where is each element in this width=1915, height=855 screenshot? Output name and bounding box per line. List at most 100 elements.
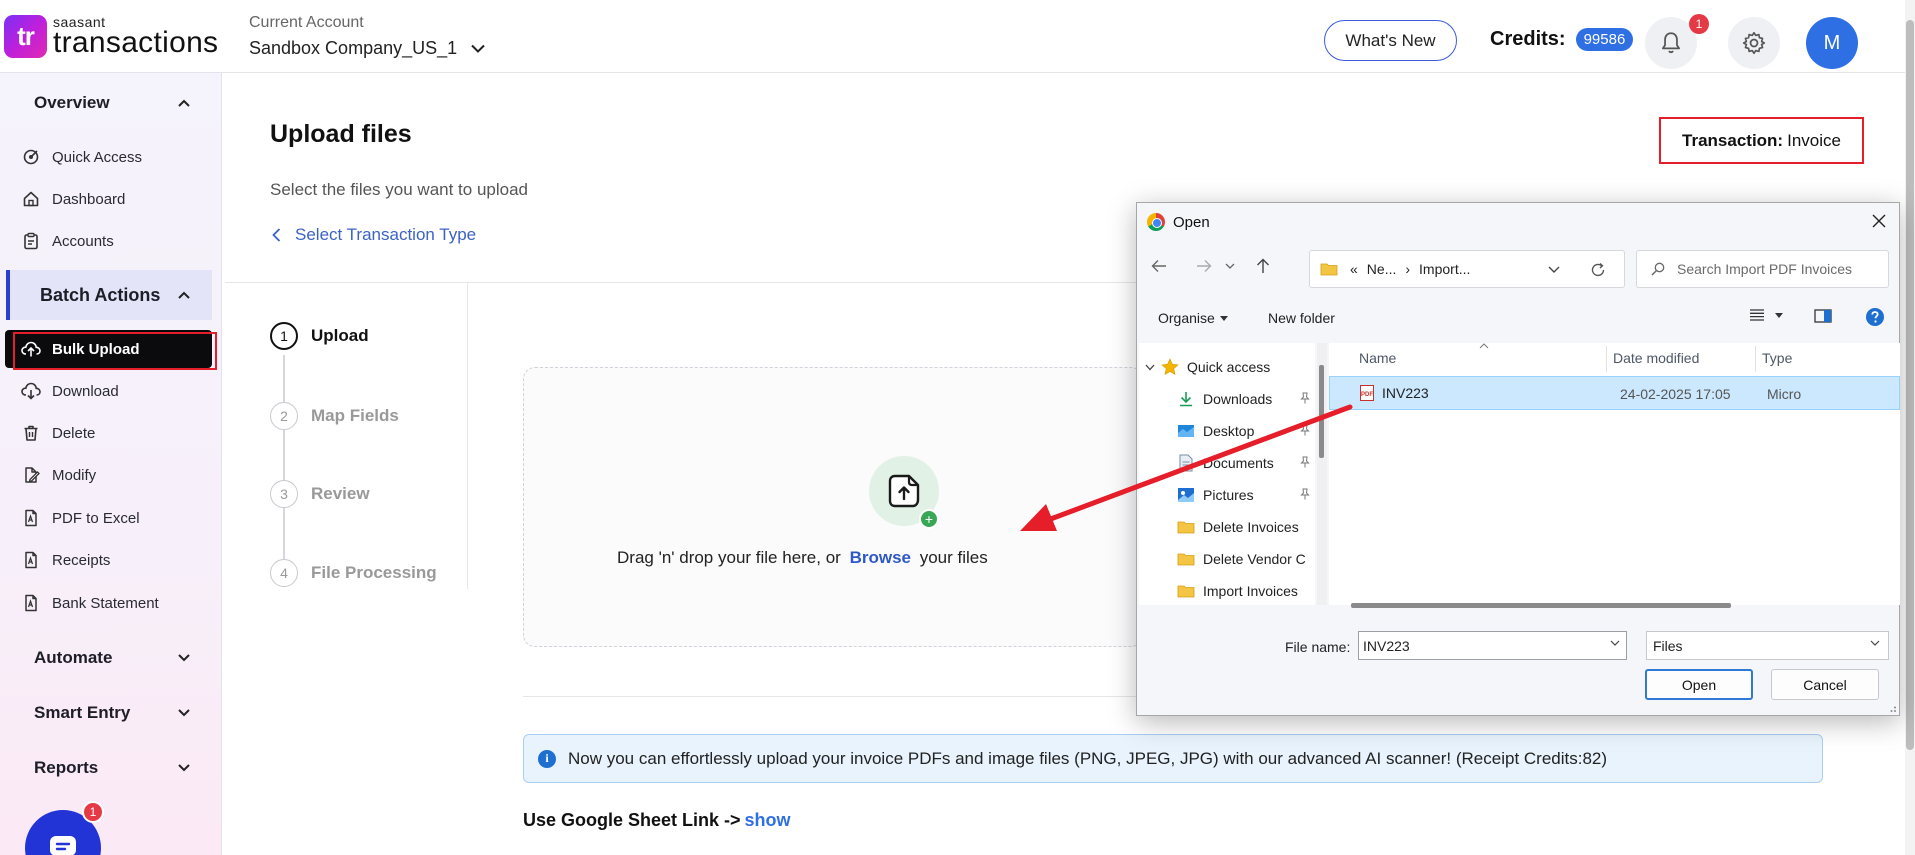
file-row-selected[interactable]: PDF INV223 24-02-2025 17:05 Micro (1329, 376, 1900, 410)
step-review: 3 Review (270, 480, 370, 508)
open-button[interactable]: Open (1645, 669, 1753, 700)
step-label: Review (311, 484, 370, 503)
show-google-sheet-link[interactable]: show (745, 810, 791, 830)
cancel-button[interactable]: Cancel (1771, 669, 1879, 700)
chevron-down-icon (1870, 640, 1880, 646)
nav-desktop[interactable]: Desktop (1177, 417, 1254, 445)
whats-new-button[interactable]: What's New (1324, 20, 1457, 61)
sidebar-item-accounts[interactable]: Accounts (20, 224, 210, 258)
nav-folder-delete-vendor[interactable]: Delete Vendor C (1177, 545, 1306, 573)
up-button[interactable] (1250, 251, 1276, 281)
pin-icon (1300, 456, 1310, 468)
browse-link[interactable]: Browse (850, 548, 911, 567)
chevron-down-icon (178, 709, 190, 717)
logo[interactable]: tr saasant transactions (4, 15, 218, 58)
sidebar-item-delete[interactable]: Delete (20, 416, 210, 450)
help-icon (1866, 308, 1884, 326)
nav-pictures[interactable]: Pictures (1177, 481, 1254, 509)
chevron-down-icon (471, 44, 485, 53)
column-name[interactable]: Name (1359, 343, 1396, 373)
sidebar-section-reports[interactable]: Reports (0, 743, 212, 793)
new-folder-button[interactable]: New folder (1268, 310, 1335, 326)
chevron-down-icon[interactable] (1548, 266, 1560, 274)
navigation-pane-scrollbar-thumb[interactable] (1319, 365, 1324, 458)
drop-text-after: your files (919, 548, 988, 567)
help-button[interactable] (1865, 307, 1885, 327)
column-separator[interactable] (1755, 346, 1756, 372)
nav-quick-access[interactable]: Quick access (1145, 353, 1270, 381)
address-bar[interactable]: « Ne... › Import... (1309, 250, 1625, 288)
dialog-search-input[interactable]: Search Import PDF Invoices (1636, 250, 1889, 288)
chrome-icon (1147, 213, 1165, 231)
column-separator[interactable] (1606, 346, 1607, 372)
refresh-icon[interactable] (1590, 262, 1606, 278)
address-segment[interactable]: Ne... (1367, 261, 1397, 277)
preview-pane-button[interactable] (1814, 309, 1832, 323)
settings-button[interactable] (1728, 17, 1780, 69)
sidebar-item-pdf-to-excel[interactable]: PDF to Excel (20, 501, 210, 535)
transaction-label: Transaction: (1682, 130, 1784, 150)
sidebar-item-label: Modify (52, 466, 97, 484)
sidebar-item-download[interactable]: Download (20, 374, 210, 408)
account-name: Sandbox Company_US_1 (249, 38, 458, 58)
view-options-button[interactable] (1749, 308, 1783, 322)
sidebar-item-label: Bank Statement (52, 594, 159, 612)
nav-folder-import-invoices[interactable]: Import Invoices (1177, 577, 1298, 605)
sidebar-item-modify[interactable]: Modify (20, 458, 210, 492)
sidebar-item-receipts[interactable]: Receipts (20, 543, 210, 577)
column-type[interactable]: Type (1762, 343, 1792, 373)
sidebar-item-bank-statement[interactable]: Bank Statement (20, 586, 210, 620)
forward-button[interactable] (1191, 251, 1217, 281)
sidebar-section-overview[interactable]: Overview (0, 78, 212, 128)
recent-locations-button[interactable] (1221, 251, 1239, 281)
page-scrollbar-thumb[interactable] (1906, 20, 1914, 750)
drop-text-before: Drag 'n' drop your file here, or (617, 548, 841, 567)
sidebar-section-automate[interactable]: Automate (0, 633, 212, 683)
pin-icon (1300, 392, 1310, 404)
column-date-modified[interactable]: Date modified (1613, 343, 1699, 373)
chevron-down-icon (1225, 263, 1235, 269)
nav-documents[interactable]: Documents (1177, 449, 1274, 477)
nav-folder-delete-invoices[interactable]: Delete Invoices (1177, 513, 1299, 541)
resize-grip-icon[interactable] (1887, 703, 1897, 713)
sort-caret-icon (1479, 343, 1489, 349)
sidebar-item-label: Delete (52, 424, 96, 442)
step-number: 3 (270, 480, 298, 508)
search-icon (1651, 262, 1665, 276)
ai-scanner-info-banner: i Now you can effortlessly upload your i… (523, 734, 1823, 783)
file-dropzone[interactable]: + Drag 'n' drop your file here, or Brows… (523, 367, 1143, 647)
file-list-horizontal-scrollbar[interactable] (1351, 603, 1731, 608)
nav-label: Quick access (1187, 359, 1271, 375)
sidebar-item-quick-access[interactable]: Quick Access (20, 140, 210, 174)
sidebar-section-label: Reports (34, 758, 99, 777)
account-switcher[interactable]: Current Account Sandbox Company_US_1 (249, 14, 485, 59)
sidebar-item-dashboard[interactable]: Dashboard (20, 182, 210, 216)
dialog-close-button[interactable] (1869, 211, 1889, 231)
back-button[interactable] (1146, 251, 1172, 281)
file-type-select[interactable]: Files (1646, 631, 1889, 660)
nav-label: Delete Invoices (1203, 519, 1299, 535)
chevron-down-icon (178, 654, 190, 662)
list-view-icon (1750, 309, 1764, 321)
search-placeholder: Search Import PDF Invoices (1677, 261, 1853, 277)
nav-label: Pictures (1203, 487, 1254, 503)
avatar[interactable]: M (1806, 17, 1858, 69)
file-name-input[interactable]: INV223 (1358, 631, 1627, 660)
file-name: INV223 (1382, 385, 1429, 401)
sidebar-item-label: Dashboard (52, 190, 126, 208)
address-segment[interactable]: Import... (1419, 261, 1470, 277)
credits-label: Credits: (1490, 28, 1566, 50)
chat-icon (50, 836, 76, 855)
caret-down-icon (1219, 315, 1228, 321)
arrow-left-icon (1151, 260, 1166, 272)
quick-access-icon (20, 146, 42, 168)
organise-button[interactable]: Organise (1158, 310, 1228, 326)
chevron-down-icon[interactable] (1610, 640, 1620, 646)
nav-label: Downloads (1203, 391, 1273, 407)
nav-downloads[interactable]: Downloads (1177, 385, 1272, 413)
sidebar-section-batch-actions[interactable]: Batch Actions (6, 270, 212, 320)
expand-chevron-icon[interactable] (1145, 364, 1155, 371)
sidebar-section-smart-entry[interactable]: Smart Entry (0, 688, 212, 738)
pdf-file-icon: PDF (1360, 385, 1374, 401)
select-transaction-type-link[interactable]: Select Transaction Type (272, 225, 476, 245)
